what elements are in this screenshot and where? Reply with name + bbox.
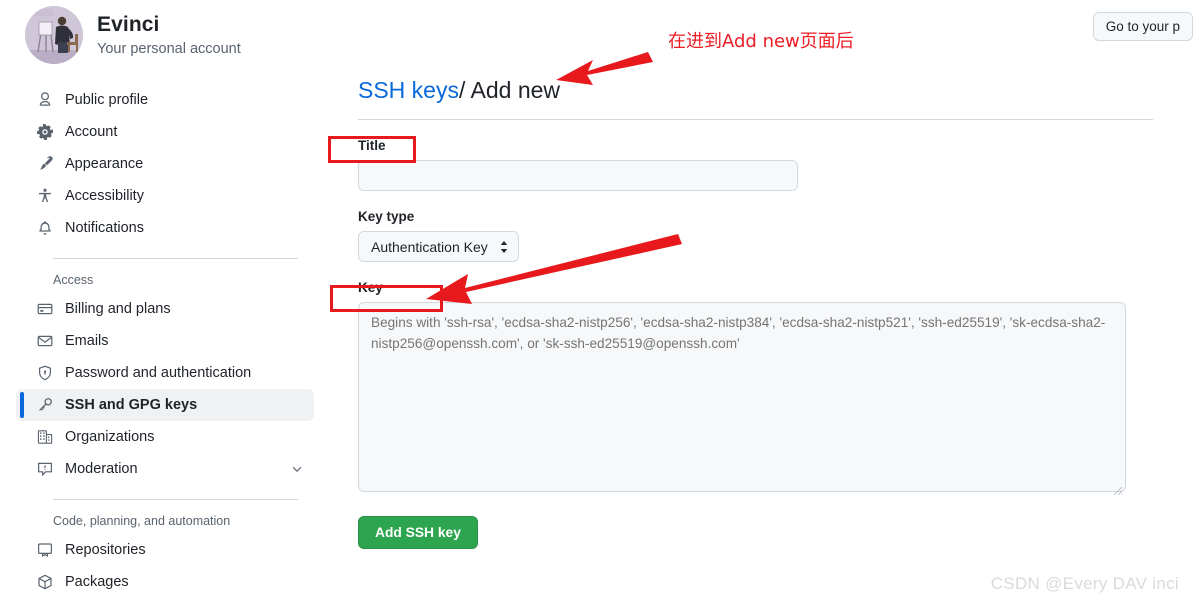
report-icon xyxy=(37,461,53,477)
sidebar-item-password-and-authentication[interactable]: Password and authentication xyxy=(16,357,314,389)
sidebar-item-packages[interactable]: Packages xyxy=(16,566,314,598)
accessibility-icon xyxy=(37,188,53,204)
profile-header: Evinci Your personal account xyxy=(0,0,330,64)
gear-icon xyxy=(37,124,53,140)
breadcrumb-separator: / xyxy=(458,77,466,103)
title-field-label: Title xyxy=(358,138,386,154)
sidebar-nav: Public profile Account Appearance Access… xyxy=(0,84,330,598)
key-icon xyxy=(37,397,53,413)
page-root: Evinci Your personal account Public prof… xyxy=(0,0,1193,602)
sidebar-item-label: Public profile xyxy=(65,92,149,108)
title-input[interactable] xyxy=(358,160,798,192)
sidebar-item-label: Emails xyxy=(65,333,109,349)
go-to-profile-button[interactable]: Go to your p xyxy=(1092,12,1193,41)
mail-icon xyxy=(37,333,53,349)
sidebar-item-label: Account xyxy=(65,124,118,140)
profile-subtitle: Your personal account xyxy=(97,41,241,58)
sidebar-item-label: Appearance xyxy=(65,156,144,172)
watermark: CSDN @Every DAV inci xyxy=(990,574,1179,593)
breadcrumb-current: Add new xyxy=(470,77,561,103)
sidebar-item-label: Repositories xyxy=(65,542,146,558)
profile-name: Evinci xyxy=(97,12,160,36)
user-avatar-photo xyxy=(25,6,83,64)
topbar: Go to your p xyxy=(1092,12,1193,41)
package-icon xyxy=(37,574,53,590)
sidebar-item-label: Packages xyxy=(65,574,129,590)
breadcrumb-link-ssh-keys[interactable]: SSH keys xyxy=(358,77,459,103)
organization-icon xyxy=(37,429,53,445)
bell-icon xyxy=(37,220,53,236)
sidebar-item-public-profile[interactable]: Public profile xyxy=(16,84,314,116)
key-type-select-wrapper: Authentication Key xyxy=(358,231,519,263)
sidebar-item-appearance[interactable]: Appearance xyxy=(16,148,314,180)
sidebar-item-repositories[interactable]: Repositories xyxy=(16,534,314,566)
credit-card-icon xyxy=(37,301,53,317)
key-type-field-label: Key type xyxy=(358,209,415,225)
sidebar-item-label: Moderation xyxy=(65,461,138,477)
repo-icon xyxy=(37,542,53,558)
main-content: Go to your p SSH keys/ Add new Title Key… xyxy=(330,0,1193,602)
avatar[interactable] xyxy=(25,6,83,64)
chevron-down-icon[interactable] xyxy=(290,462,304,476)
sidebar-item-label: Password and authentication xyxy=(65,365,252,381)
sidebar-item-accessibility[interactable]: Accessibility xyxy=(16,180,314,212)
sidebar-item-label: Accessibility xyxy=(65,188,144,204)
key-type-select[interactable]: Authentication Key xyxy=(358,231,519,263)
sidebar-item-label: Organizations xyxy=(65,429,155,445)
ssh-key-form: SSH keys/ Add new Title Key type Authent… xyxy=(358,77,1153,550)
sidebar-item-organizations[interactable]: Organizations xyxy=(16,421,314,453)
sidebar-item-label: Notifications xyxy=(65,220,144,236)
sidebar-group-access-title: Access xyxy=(53,273,94,287)
key-textarea-wrapper xyxy=(358,302,1126,497)
sidebar-item-emails[interactable]: Emails xyxy=(16,325,314,357)
sidebar-item-label: SSH and GPG keys xyxy=(65,397,198,413)
sidebar: Evinci Your personal account Public prof… xyxy=(0,0,330,602)
sidebar-item-billing-and-plans[interactable]: Billing and plans xyxy=(16,293,314,325)
profile-meta: Evinci Your personal account xyxy=(97,12,241,58)
shield-lock-icon xyxy=(37,365,53,381)
sidebar-item-ssh-and-gpg-keys[interactable]: SSH and GPG keys xyxy=(16,389,314,421)
annotation-note-text: 在进到Add new页面后 xyxy=(668,31,854,52)
add-ssh-key-button[interactable]: Add SSH key xyxy=(358,516,478,550)
breadcrumb: SSH keys/ Add new xyxy=(358,77,1153,119)
sidebar-item-label: Billing and plans xyxy=(65,301,171,317)
paintbrush-icon xyxy=(37,156,53,172)
person-icon xyxy=(37,92,53,108)
key-field-label: Key xyxy=(358,280,383,296)
sidebar-item-moderation[interactable]: Moderation xyxy=(16,453,314,485)
key-textarea[interactable] xyxy=(358,302,1126,493)
sidebar-item-account[interactable]: Account xyxy=(16,116,314,148)
sidebar-item-notifications[interactable]: Notifications xyxy=(16,212,314,244)
header-divider xyxy=(358,119,1153,121)
sidebar-group-code-title: Code, planning, and automation xyxy=(53,514,231,528)
